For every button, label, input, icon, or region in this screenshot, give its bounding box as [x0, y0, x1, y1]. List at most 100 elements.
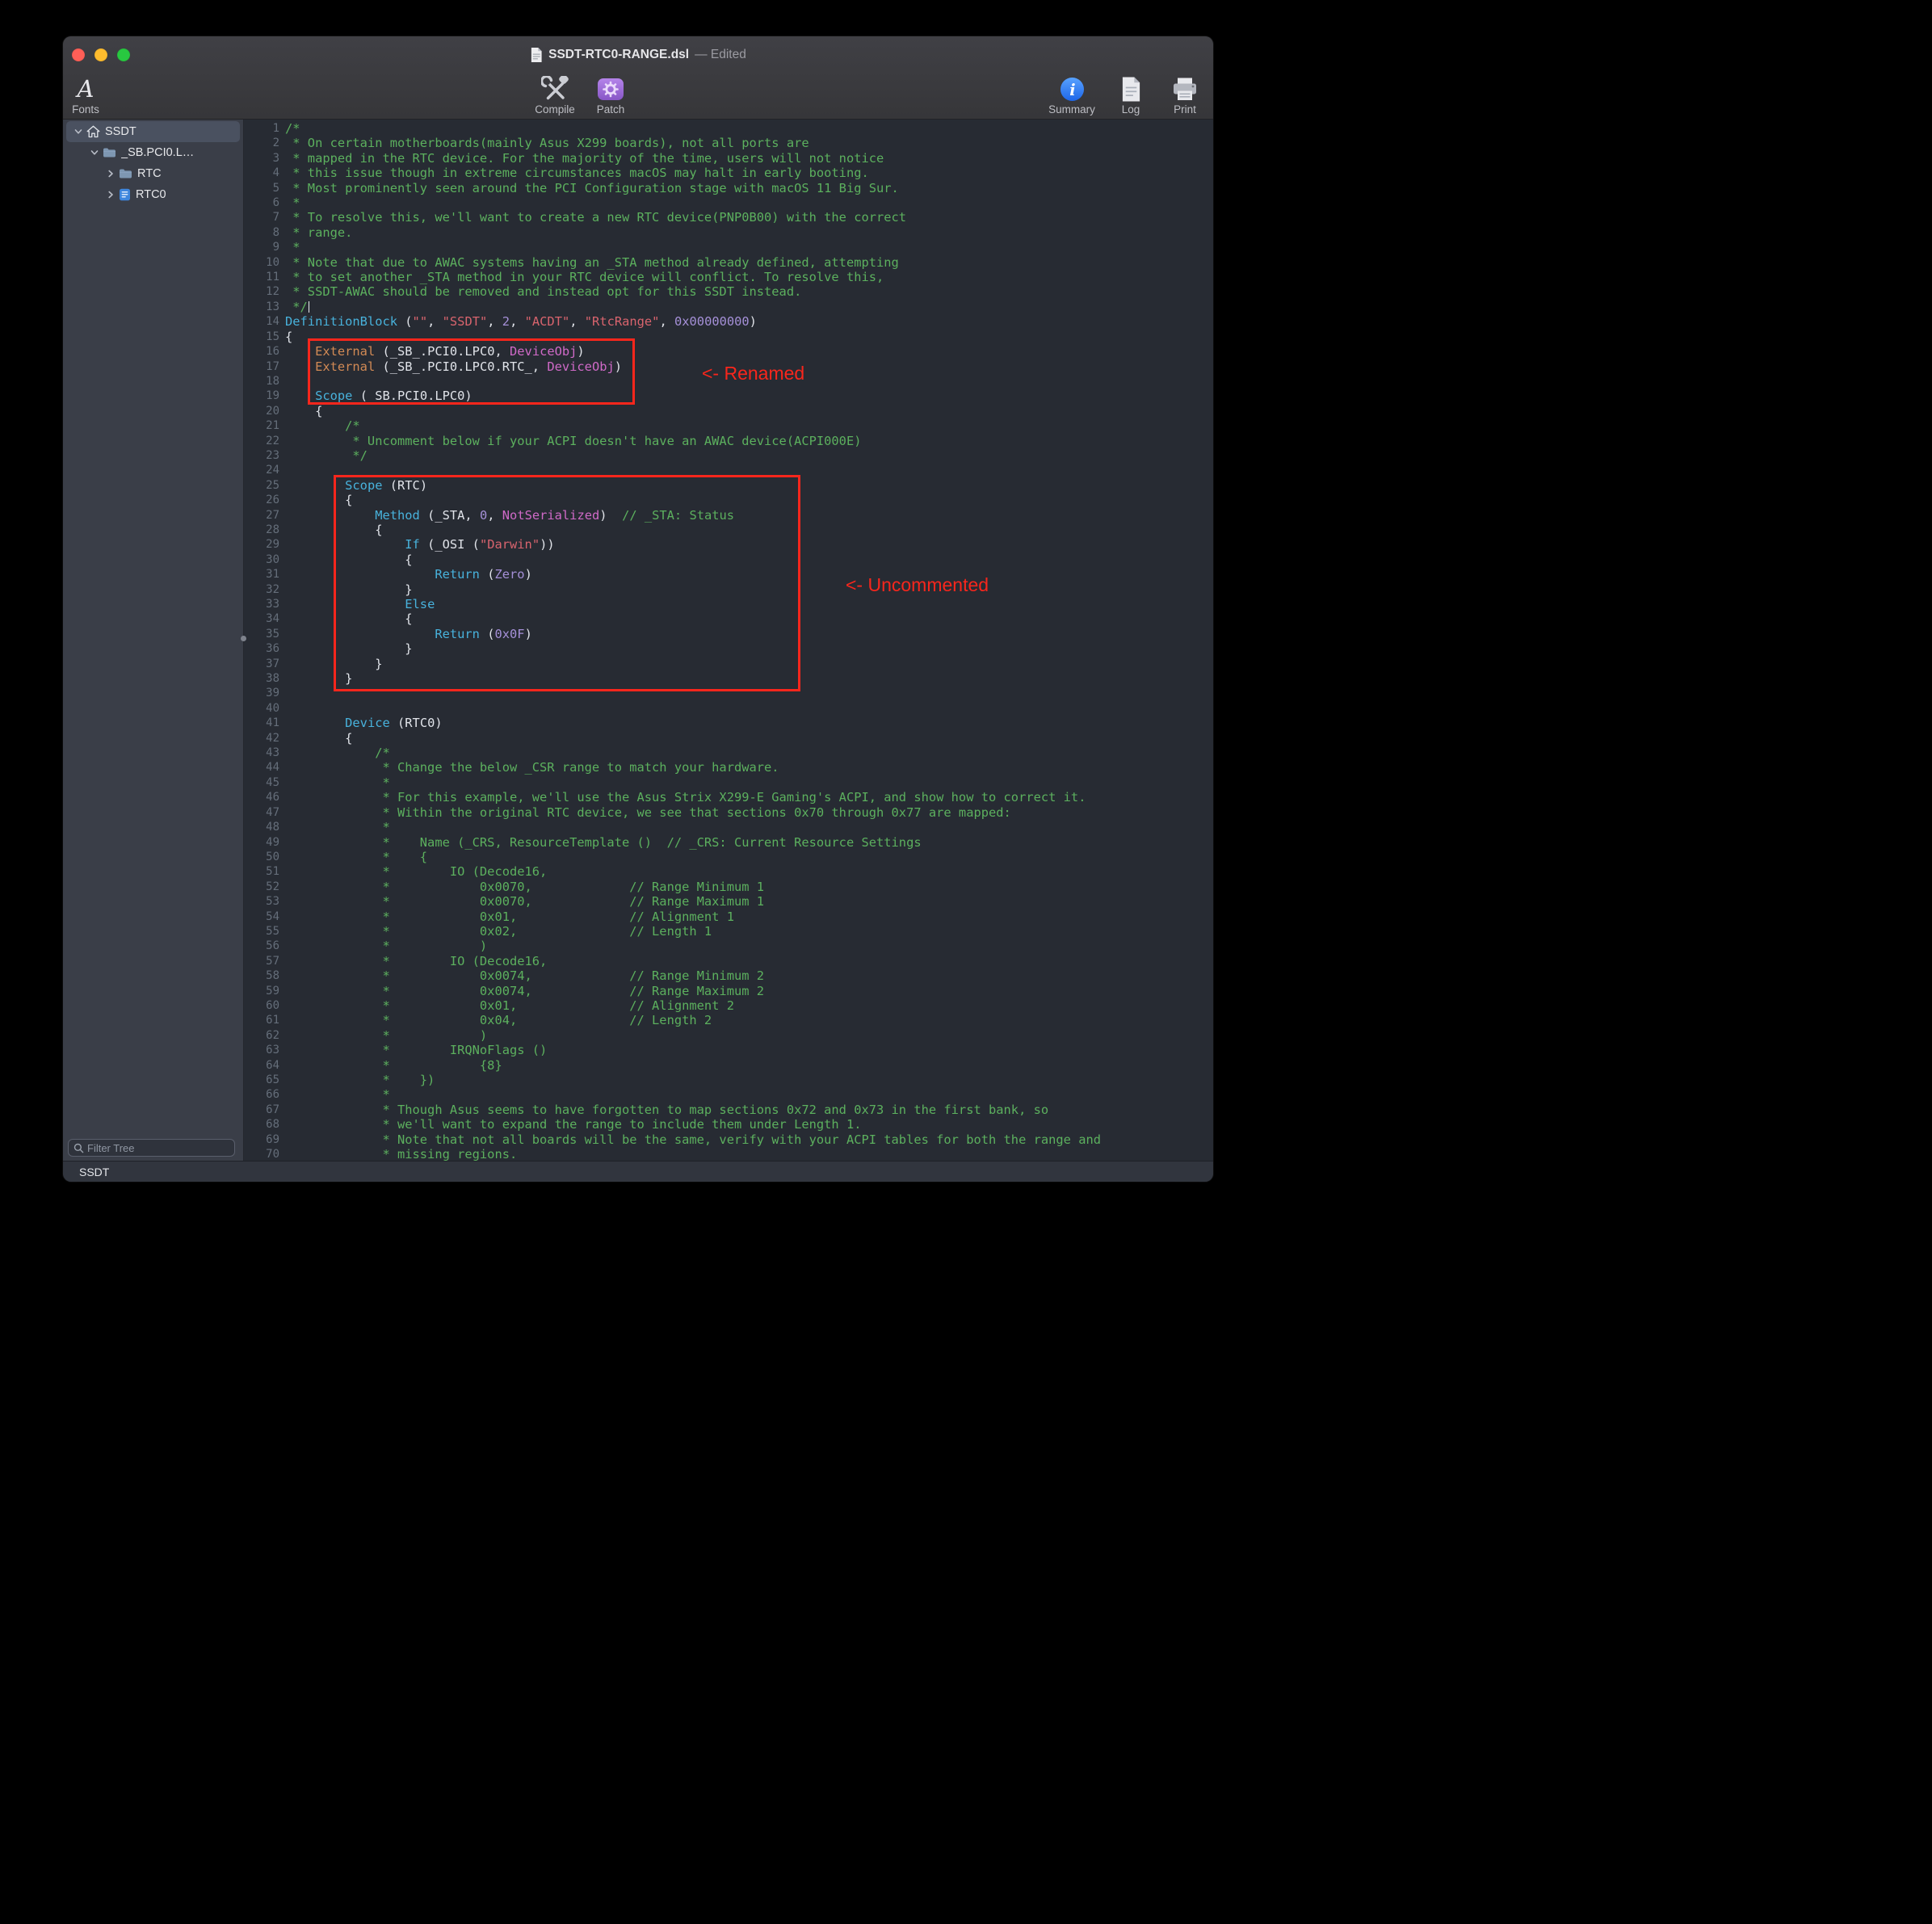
window-title-group: SSDT-RTC0-RANGE.dsl — Edited	[530, 47, 746, 63]
code-line-text: *	[279, 820, 390, 834]
code-line-text: {	[279, 404, 322, 418]
code-line: 5 * Most prominently seen around the PCI…	[244, 181, 1213, 195]
line-number: 31	[244, 567, 279, 582]
sidebar-item-sb-pci0-l[interactable]: _SB.PCI0.L…	[66, 142, 240, 163]
code-editor[interactable]: 1/*2 * On certain motherboards(mainly As…	[244, 120, 1213, 1161]
code-line: 28 {	[244, 523, 1213, 537]
line-number: 23	[244, 448, 279, 463]
code-line: 52 * 0x0070, // Range Minimum 1	[244, 880, 1213, 894]
code-line-text: External (_SB_.PCI0.LPC0.RTC_, DeviceObj…	[279, 359, 622, 374]
line-number: 46	[244, 790, 279, 804]
chevron-right-icon[interactable]	[104, 170, 117, 178]
code-line: 61 * 0x04, // Length 2	[244, 1013, 1213, 1027]
chevron-right-icon[interactable]	[104, 191, 117, 199]
code-line: 51 * IO (Decode16,	[244, 864, 1213, 879]
line-number: 20	[244, 404, 279, 418]
code-line-text: Scope (_SB.PCI0.LPC0)	[279, 389, 472, 403]
line-number: 25	[244, 478, 279, 493]
code-line: 6 *	[244, 195, 1213, 210]
code-line: 21 /*	[244, 418, 1213, 433]
line-number: 52	[244, 880, 279, 894]
line-number: 14	[244, 314, 279, 329]
sidebar-item-label: RTC	[137, 167, 162, 180]
info-icon: i	[1060, 76, 1085, 103]
line-number: 37	[244, 657, 279, 671]
close-button[interactable]	[72, 48, 85, 61]
code-line-text: * On certain motherboards(mainly Asus X2…	[279, 136, 809, 150]
code-line: 46 * For this example, we'll use the Asu…	[244, 790, 1213, 804]
code-lines: 1/*2 * On certain motherboards(mainly As…	[244, 120, 1213, 1161]
code-line-text: * )	[279, 1028, 487, 1043]
splitter-handle[interactable]	[241, 636, 246, 641]
minimize-button[interactable]	[94, 48, 107, 61]
chevron-down-icon[interactable]	[88, 149, 101, 157]
line-number: 24	[244, 463, 279, 477]
line-number: 30	[244, 552, 279, 567]
code-line: 4 * this issue though in extreme circums…	[244, 166, 1213, 180]
line-number: 67	[244, 1103, 279, 1117]
line-number: 62	[244, 1028, 279, 1043]
code-line-text: * missing regions.	[279, 1147, 517, 1161]
zoom-button[interactable]	[117, 48, 130, 61]
code-line: 42 {	[244, 731, 1213, 746]
code-line: 57 * IO (Decode16,	[244, 954, 1213, 968]
code-line: 19 Scope (_SB.PCI0.LPC0)	[244, 389, 1213, 403]
patch-gear-icon	[596, 76, 625, 103]
titlebar[interactable]: SSDT-RTC0-RANGE.dsl — Edited	[63, 36, 1213, 74]
line-number: 33	[244, 597, 279, 611]
code-line-text: /*	[279, 746, 390, 760]
code-line-text: * Uncomment below if your ACPI doesn't h…	[279, 434, 861, 448]
sidebar-item-label: SSDT	[105, 125, 136, 138]
code-line-text: {	[279, 523, 382, 537]
line-number: 43	[244, 746, 279, 760]
code-line: 30 {	[244, 552, 1213, 567]
summary-label: Summary	[1048, 103, 1095, 116]
code-line: 39	[244, 686, 1213, 700]
tools-icon	[541, 76, 569, 103]
code-line: 40	[244, 701, 1213, 716]
code-line-text: *	[279, 775, 390, 790]
code-line-text	[279, 463, 285, 477]
line-number: 35	[244, 627, 279, 641]
line-number: 57	[244, 954, 279, 968]
filter-field[interactable]	[68, 1139, 235, 1157]
sidebar-item-rtc0[interactable]: RTC0	[66, 184, 240, 205]
line-number: 66	[244, 1087, 279, 1102]
code-line-text: * IRQNoFlags ()	[279, 1043, 547, 1057]
filter-input[interactable]	[87, 1142, 229, 1154]
code-line-text: Device (RTC0)	[279, 716, 443, 730]
code-line-text: * SSDT-AWAC should be removed and instea…	[279, 284, 801, 299]
line-number: 2	[244, 136, 279, 150]
sidebar-item-ssdt[interactable]: SSDT	[66, 121, 240, 142]
code-line: 58 * 0x0074, // Range Minimum 2	[244, 968, 1213, 983]
print-button[interactable]: Print	[1166, 76, 1204, 116]
chevron-down-icon[interactable]	[72, 128, 85, 136]
code-line: 43 /*	[244, 746, 1213, 760]
code-line: 37 }	[244, 657, 1213, 671]
code-line: 66 *	[244, 1087, 1213, 1102]
code-line: 49 * Name (_CRS, ResourceTemplate () // …	[244, 835, 1213, 850]
sidebar: SSDT _SB.PCI0.L… RTC RTC0	[63, 120, 244, 1161]
summary-button[interactable]: i Summary	[1047, 76, 1097, 116]
printer-icon	[1171, 76, 1199, 103]
log-button[interactable]: Log	[1113, 76, 1149, 116]
sidebar-item-rtc[interactable]: RTC	[66, 163, 240, 184]
code-line: 48 *	[244, 820, 1213, 834]
fonts-button[interactable]: A Fonts	[68, 76, 103, 116]
sidebar-item-label: RTC0	[136, 188, 166, 201]
line-number: 3	[244, 151, 279, 166]
code-line: 31 Return (Zero)	[244, 567, 1213, 582]
code-line: 63 * IRQNoFlags ()	[244, 1043, 1213, 1057]
code-line: 38 }	[244, 671, 1213, 686]
line-number: 49	[244, 835, 279, 850]
line-number: 47	[244, 805, 279, 820]
compile-button[interactable]: Compile	[530, 76, 580, 116]
line-number: 32	[244, 582, 279, 597]
code-line-text: Return (0x0F)	[279, 627, 532, 641]
code-line: 54 * 0x01, // Alignment 1	[244, 909, 1213, 924]
log-label: Log	[1122, 103, 1140, 116]
patch-button[interactable]: Patch	[588, 76, 633, 116]
document-icon	[530, 47, 543, 63]
code-line-text: Scope (RTC)	[279, 478, 427, 493]
code-line-text: * Name (_CRS, ResourceTemplate () // _CR…	[279, 835, 922, 850]
